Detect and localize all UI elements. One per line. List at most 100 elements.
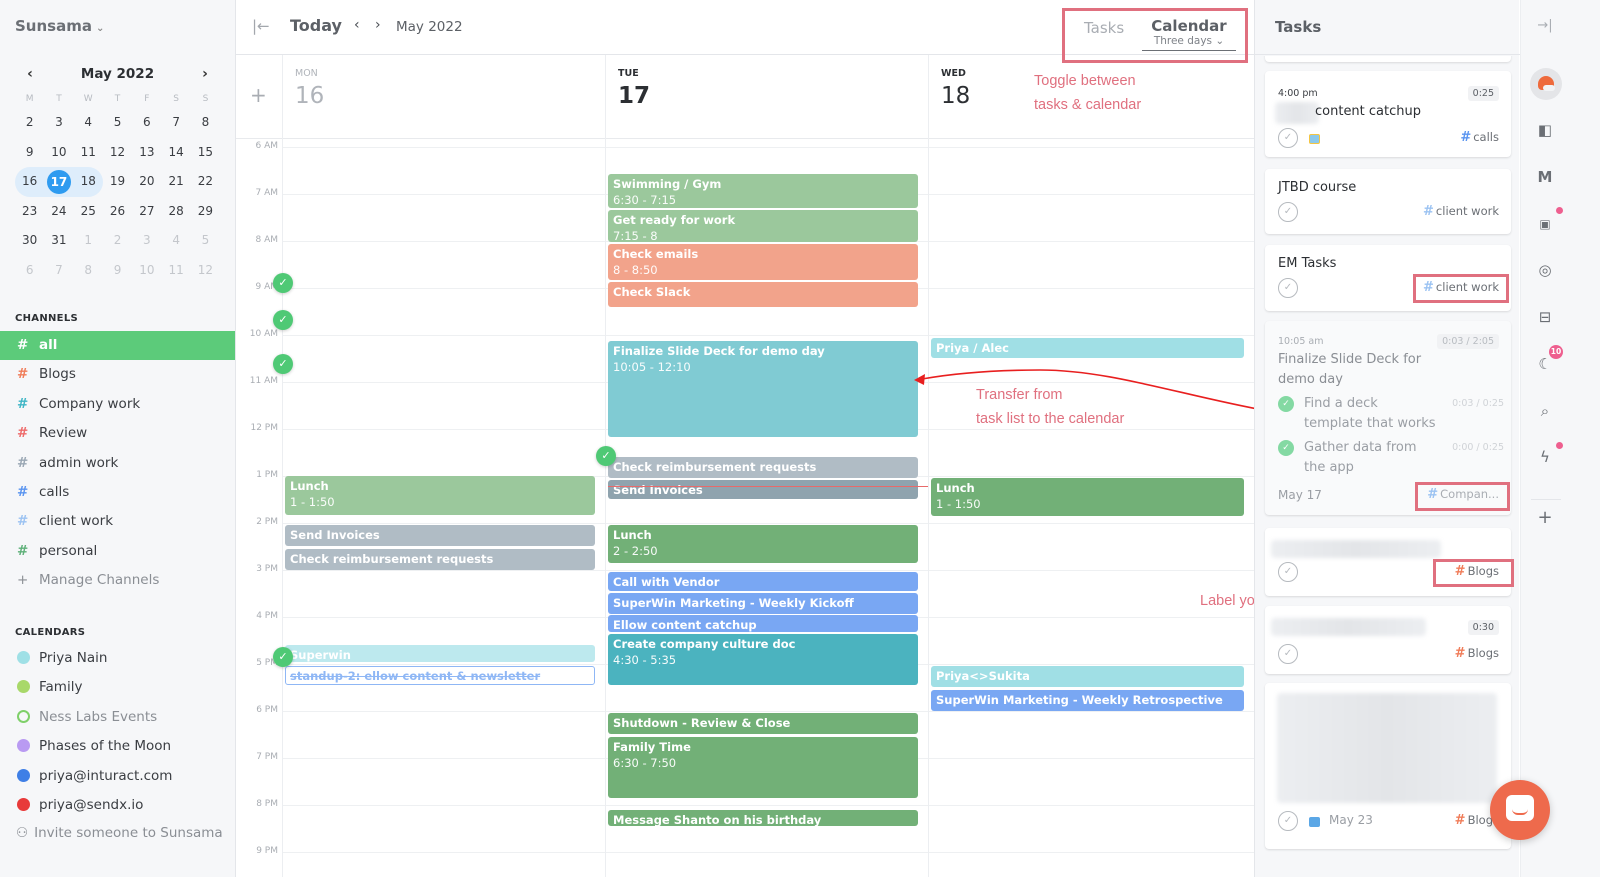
task-card[interactable]: ✓ # Blogs <box>1265 528 1514 596</box>
mini-calendar-day[interactable]: 16 <box>15 167 45 197</box>
mini-calendar-day[interactable]: 17 <box>44 167 74 197</box>
calendar-color-dot[interactable] <box>17 739 30 753</box>
mini-calendar-day[interactable]: 7 <box>44 256 73 286</box>
calendar-event[interactable]: standup-2: ellow content & newsletter <box>285 666 595 686</box>
task-channel-tag[interactable]: # calls <box>1460 130 1499 145</box>
task-card[interactable]: 4:00 pm 0:25 content catchup ✓ # calls <box>1265 71 1511 157</box>
next-period-button[interactable]: › <box>375 17 381 33</box>
channel-item-blogs[interactable]: # Blogs <box>0 360 235 389</box>
task-card-scheduled[interactable]: 10:05 am 0:03 / 2:05 Finalize Slide Deck… <box>1265 321 1511 515</box>
channel-item-personal[interactable]: # personal <box>0 537 235 566</box>
channel-item-calls[interactable]: # calls <box>0 478 235 507</box>
invite-button[interactable]: ⚇ Invite someone to Sunsama <box>16 825 223 841</box>
mini-calendar-day[interactable]: 9 <box>103 256 132 286</box>
task-card[interactable]: 0:30 ✓ # Blogs <box>1265 606 1511 674</box>
day-header-mon[interactable]: MON 16 <box>282 55 605 139</box>
mini-calendar-day[interactable]: 1 <box>74 226 103 256</box>
next-month-button[interactable]: › <box>195 62 215 86</box>
calendar-event[interactable]: Message Shanto on his birthday <box>608 809 918 827</box>
mini-calendar-day[interactable]: 3 <box>132 226 161 256</box>
channel-item-admin-work[interactable]: # admin work <box>0 449 235 478</box>
task-card[interactable]: ✓ May 23 # Blogs <box>1265 683 1511 849</box>
calendar-item[interactable]: Priya Nain <box>0 644 235 673</box>
calendar-color-dot[interactable] <box>17 797 30 811</box>
calendar-event[interactable]: Priya<>Sukita <box>931 666 1244 688</box>
mini-calendar-day[interactable]: 31 <box>44 226 73 256</box>
task-card[interactable]: EM Tasks ✓ # client work <box>1265 245 1511 311</box>
workspace-switcher[interactable]: Sunsama ⌄ <box>15 17 104 35</box>
mini-calendar-day[interactable]: 23 <box>15 197 44 227</box>
calendar-event[interactable]: Check emails 8 - 8:50 <box>608 244 918 280</box>
mini-calendar-day[interactable]: 26 <box>103 197 132 227</box>
prev-month-button[interactable]: ‹ <box>20 62 40 86</box>
collapse-panel-icon[interactable]: →| <box>1532 13 1558 39</box>
archive-icon[interactable]: ⊟ <box>1532 304 1558 330</box>
calendar-color-dot[interactable] <box>17 709 30 723</box>
today-button[interactable]: Today <box>290 16 342 35</box>
mini-calendar-day[interactable]: 14 <box>161 138 190 168</box>
mini-calendar-day[interactable]: 11 <box>74 138 103 168</box>
mini-calendar-day[interactable]: 2 <box>15 108 44 138</box>
mini-calendar-day[interactable]: 10 <box>132 256 161 286</box>
mini-calendar-day[interactable]: 15 <box>191 138 220 168</box>
calendar-item[interactable]: priya@inturact.com <box>0 762 235 791</box>
mini-calendar-day[interactable]: 5 <box>103 108 132 138</box>
mini-calendar-day[interactable]: 11 <box>161 256 190 286</box>
completed-check-icon[interactable]: ✓ <box>273 646 293 667</box>
mini-calendar-day[interactable]: 29 <box>191 197 220 227</box>
subtask[interactable]: ✓ Gather data from the app 0:00 / 0:25 <box>1278 438 1504 478</box>
channel-item-all[interactable]: # all <box>0 331 235 361</box>
task-card-partial[interactable] <box>1265 56 1511 62</box>
mini-calendar-day[interactable]: 5 <box>191 226 220 256</box>
mini-calendar-day[interactable]: 2 <box>103 226 132 256</box>
channel-item-review[interactable]: # Review <box>0 419 235 448</box>
complete-task-checkbox[interactable]: ✓ <box>1278 202 1298 222</box>
calendar-event[interactable]: Check reimbursement requests <box>608 457 918 479</box>
mini-calendar-day[interactable]: 25 <box>74 197 103 227</box>
calendar-event[interactable]: Call with Vendor <box>608 572 918 592</box>
complete-task-checkbox[interactable]: ✓ <box>1278 644 1298 664</box>
channel-item-client-work[interactable]: # client work <box>0 507 235 536</box>
manage-channels-button[interactable]: + Manage Channels <box>0 566 235 595</box>
tab-calendar[interactable]: Calendar Three days ⌄ <box>1142 17 1236 51</box>
calendar-event[interactable]: Priya / Alec <box>931 338 1244 359</box>
calendar-event[interactable]: Create company culture doc 4:30 - 5:35 <box>608 634 918 686</box>
mini-calendar-day[interactable]: 4 <box>74 108 103 138</box>
mini-calendar-day[interactable]: 28 <box>161 197 190 227</box>
sunsama-today-icon[interactable] <box>1530 68 1562 100</box>
complete-task-checkbox[interactable]: ✓ <box>1278 811 1298 831</box>
subtask[interactable]: ✓ Find a deck template that works 0:03 /… <box>1278 394 1504 434</box>
calendar-event[interactable]: Ellow content catchup <box>608 615 918 633</box>
mini-calendar-day[interactable]: 10 <box>44 138 73 168</box>
completed-check-icon[interactable]: ✓ <box>273 273 293 294</box>
mini-calendar-day[interactable]: 20 <box>132 167 161 197</box>
calendar-event[interactable]: Send Invoices <box>285 525 595 547</box>
mini-calendar-day[interactable]: 6 <box>132 108 161 138</box>
mini-calendar-day[interactable]: 9 <box>15 138 44 168</box>
mini-calendar-day[interactable]: 24 <box>44 197 73 227</box>
calendar-event[interactable]: Family Time 6:30 - 7:50 <box>608 736 918 798</box>
completed-check-icon[interactable]: ✓ <box>273 354 293 375</box>
calendar-event[interactable]: Lunch 2 - 2:50 <box>608 525 918 563</box>
complete-task-checkbox[interactable]: ✓ <box>1278 278 1298 298</box>
mini-calendar-day[interactable]: 3 <box>44 108 73 138</box>
complete-task-checkbox[interactable]: ✓ <box>1278 128 1298 148</box>
mini-calendar-day[interactable]: 18 <box>73 167 103 197</box>
mini-calendar-day[interactable]: 27 <box>132 197 161 227</box>
mini-calendar-day[interactable]: 7 <box>161 108 190 138</box>
mini-calendar-day[interactable]: 19 <box>103 167 132 197</box>
calendar-event[interactable]: Lunch 1 - 1:50 <box>285 476 595 515</box>
calendar-item[interactable]: Ness Labs Events <box>0 703 235 732</box>
prev-period-button[interactable]: ‹ <box>354 17 360 33</box>
search-icon[interactable]: ⌕ <box>1532 398 1558 424</box>
calendar-color-dot[interactable] <box>17 768 30 782</box>
mini-calendar-day[interactable]: 12 <box>103 138 132 168</box>
mini-calendar-day[interactable]: 6 <box>15 256 44 286</box>
subtask-done-icon[interactable]: ✓ <box>1278 396 1294 412</box>
day-header-tue[interactable]: TUE 17 <box>605 55 928 139</box>
calendar-item[interactable]: Family <box>0 673 235 702</box>
completed-check-icon[interactable]: ✓ <box>273 309 293 330</box>
lightning-icon[interactable]: ϟ <box>1532 444 1558 470</box>
calendar-event[interactable]: Send Invoices <box>608 479 918 500</box>
mini-calendar-day[interactable]: 4 <box>161 226 190 256</box>
